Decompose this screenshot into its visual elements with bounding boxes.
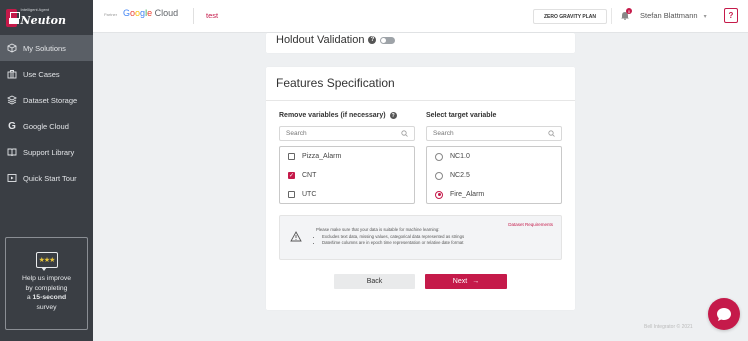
- divider: [266, 100, 575, 101]
- logo-icon: [6, 9, 20, 27]
- survey-line-1: Help us improve: [21, 275, 72, 282]
- chevron-down-icon: ▾: [703, 14, 707, 20]
- logo-subtitle: Intelligent Agent: [20, 7, 49, 12]
- sidebar-item-google-cloud[interactable]: G Google Cloud: [0, 113, 93, 139]
- variable-label: Pizza_Alarm: [302, 153, 342, 160]
- list-item[interactable]: NC1.0: [427, 147, 561, 166]
- list-item[interactable]: Fire_Alarm: [427, 185, 561, 204]
- target-variable-label: Select target variable: [426, 112, 497, 119]
- partner-label: Partner: [104, 12, 118, 17]
- list-item[interactable]: NC2.5: [427, 166, 561, 185]
- sidebar-item-label: Dataset Storage: [23, 95, 78, 105]
- logo-name: Neuton: [20, 14, 66, 27]
- sidebar-item-label: Support Library: [23, 147, 75, 157]
- note-text: Please make sure that your data is suita…: [316, 227, 464, 247]
- features-title: Features Specification: [276, 76, 395, 90]
- cube-icon: [7, 43, 17, 53]
- target-variable-list: NC1.0 NC2.5 Fire_Alarm: [426, 146, 562, 204]
- data-requirements-note: Please make sure that your data is suita…: [279, 215, 562, 260]
- sidebar: Intelligent Agent Neuton My Solutions Us…: [0, 0, 93, 341]
- checkbox[interactable]: [288, 191, 295, 198]
- list-item[interactable]: UTC: [280, 185, 414, 204]
- survey-card[interactable]: ★★★ Help us improve by completing a 15-s…: [5, 237, 88, 330]
- holdout-title: Holdout Validation: [276, 34, 365, 46]
- note-bullet: Date/time columns are in epoch time repr…: [322, 240, 464, 247]
- arrow-right-icon: →: [472, 278, 480, 285]
- chat-bubble-icon: [717, 307, 731, 321]
- sidebar-item-quick-start-tour[interactable]: Quick Start Tour: [0, 165, 93, 191]
- radio-button[interactable]: [435, 152, 443, 161]
- remove-variables-list: Pizza_Alarm CNT UTC: [279, 146, 415, 204]
- briefcase-icon: [7, 69, 17, 79]
- project-name[interactable]: test: [206, 11, 218, 20]
- search-field[interactable]: [433, 130, 543, 137]
- remove-variables-label: Remove variables (if necessary) ?: [279, 112, 397, 119]
- variable-label: Fire_Alarm: [450, 191, 485, 198]
- variable-label: NC2.5: [450, 172, 470, 179]
- footer-copyright: Bell Integrator © 2021: [644, 324, 693, 330]
- layers-icon: [7, 95, 17, 105]
- notification-badge: 0: [626, 8, 632, 14]
- neuton-logo[interactable]: Intelligent Agent Neuton: [6, 5, 66, 31]
- question-icon[interactable]: ?: [389, 112, 397, 119]
- play-screen-icon: [7, 173, 17, 183]
- variable-label: UTC: [302, 191, 317, 198]
- top-bar-divider: [193, 8, 194, 24]
- book-icon: [7, 147, 17, 157]
- top-bar: Partner Google Cloud test ZERO GRAVITY P…: [93, 0, 748, 33]
- remove-search-input[interactable]: [279, 126, 415, 141]
- survey-duration: 15-second: [32, 294, 67, 302]
- back-button[interactable]: Back: [334, 274, 415, 289]
- sidebar-item-label: My Solutions: [23, 43, 66, 53]
- sidebar-nav: My Solutions Use Cases Dataset Storage G…: [0, 35, 93, 191]
- plan-button[interactable]: ZERO GRAVITY PLAN: [533, 9, 607, 24]
- variable-label: CNT: [302, 172, 317, 179]
- rating-stars-icon: ★★★: [35, 252, 58, 271]
- sidebar-item-label: Use Cases: [23, 69, 60, 79]
- sidebar-item-use-cases[interactable]: Use Cases: [0, 61, 93, 87]
- google-g-icon: G: [8, 120, 16, 132]
- holdout-toggle[interactable]: [380, 36, 396, 44]
- sidebar-item-my-solutions[interactable]: My Solutions: [0, 35, 93, 61]
- next-button[interactable]: Next →: [425, 274, 507, 289]
- checkbox[interactable]: [288, 153, 295, 160]
- question-icon[interactable]: ?: [368, 36, 377, 44]
- checkbox[interactable]: [288, 172, 295, 179]
- sidebar-item-label: Quick Start Tour: [23, 173, 77, 183]
- help-button[interactable]: ?: [724, 8, 738, 23]
- features-card: Features Specification Remove variables …: [266, 67, 575, 310]
- dataset-requirements-link[interactable]: Dataset Requirements: [508, 222, 553, 227]
- sidebar-item-dataset-storage[interactable]: Dataset Storage: [0, 87, 93, 113]
- sidebar-item-label: Google Cloud: [23, 121, 69, 131]
- radio-button[interactable]: [435, 171, 443, 180]
- search-field[interactable]: [286, 130, 396, 137]
- survey-line-3: a 15-second: [26, 294, 67, 302]
- survey-line-2: by completing: [25, 284, 68, 292]
- target-search-input[interactable]: [426, 126, 562, 141]
- list-item[interactable]: CNT: [280, 166, 414, 185]
- user-menu[interactable]: Stefan Blattmann ▾: [640, 11, 707, 20]
- google-cloud-logo: Google Cloud: [123, 8, 179, 18]
- survey-line-4: survey: [36, 303, 57, 311]
- sidebar-item-support-library[interactable]: Support Library: [0, 139, 93, 165]
- chat-button[interactable]: [708, 298, 740, 330]
- holdout-card: Holdout Validation ?: [266, 33, 575, 53]
- variable-label: NC1.0: [450, 153, 470, 160]
- list-item[interactable]: Pizza_Alarm: [280, 147, 414, 166]
- note-bullet: Excludes text data, missing values, cate…: [322, 234, 464, 241]
- search-icon: [548, 130, 555, 137]
- warning-icon: [290, 231, 302, 242]
- search-icon: [401, 130, 408, 137]
- radio-button[interactable]: [435, 190, 443, 199]
- top-bar-separator: [611, 8, 612, 24]
